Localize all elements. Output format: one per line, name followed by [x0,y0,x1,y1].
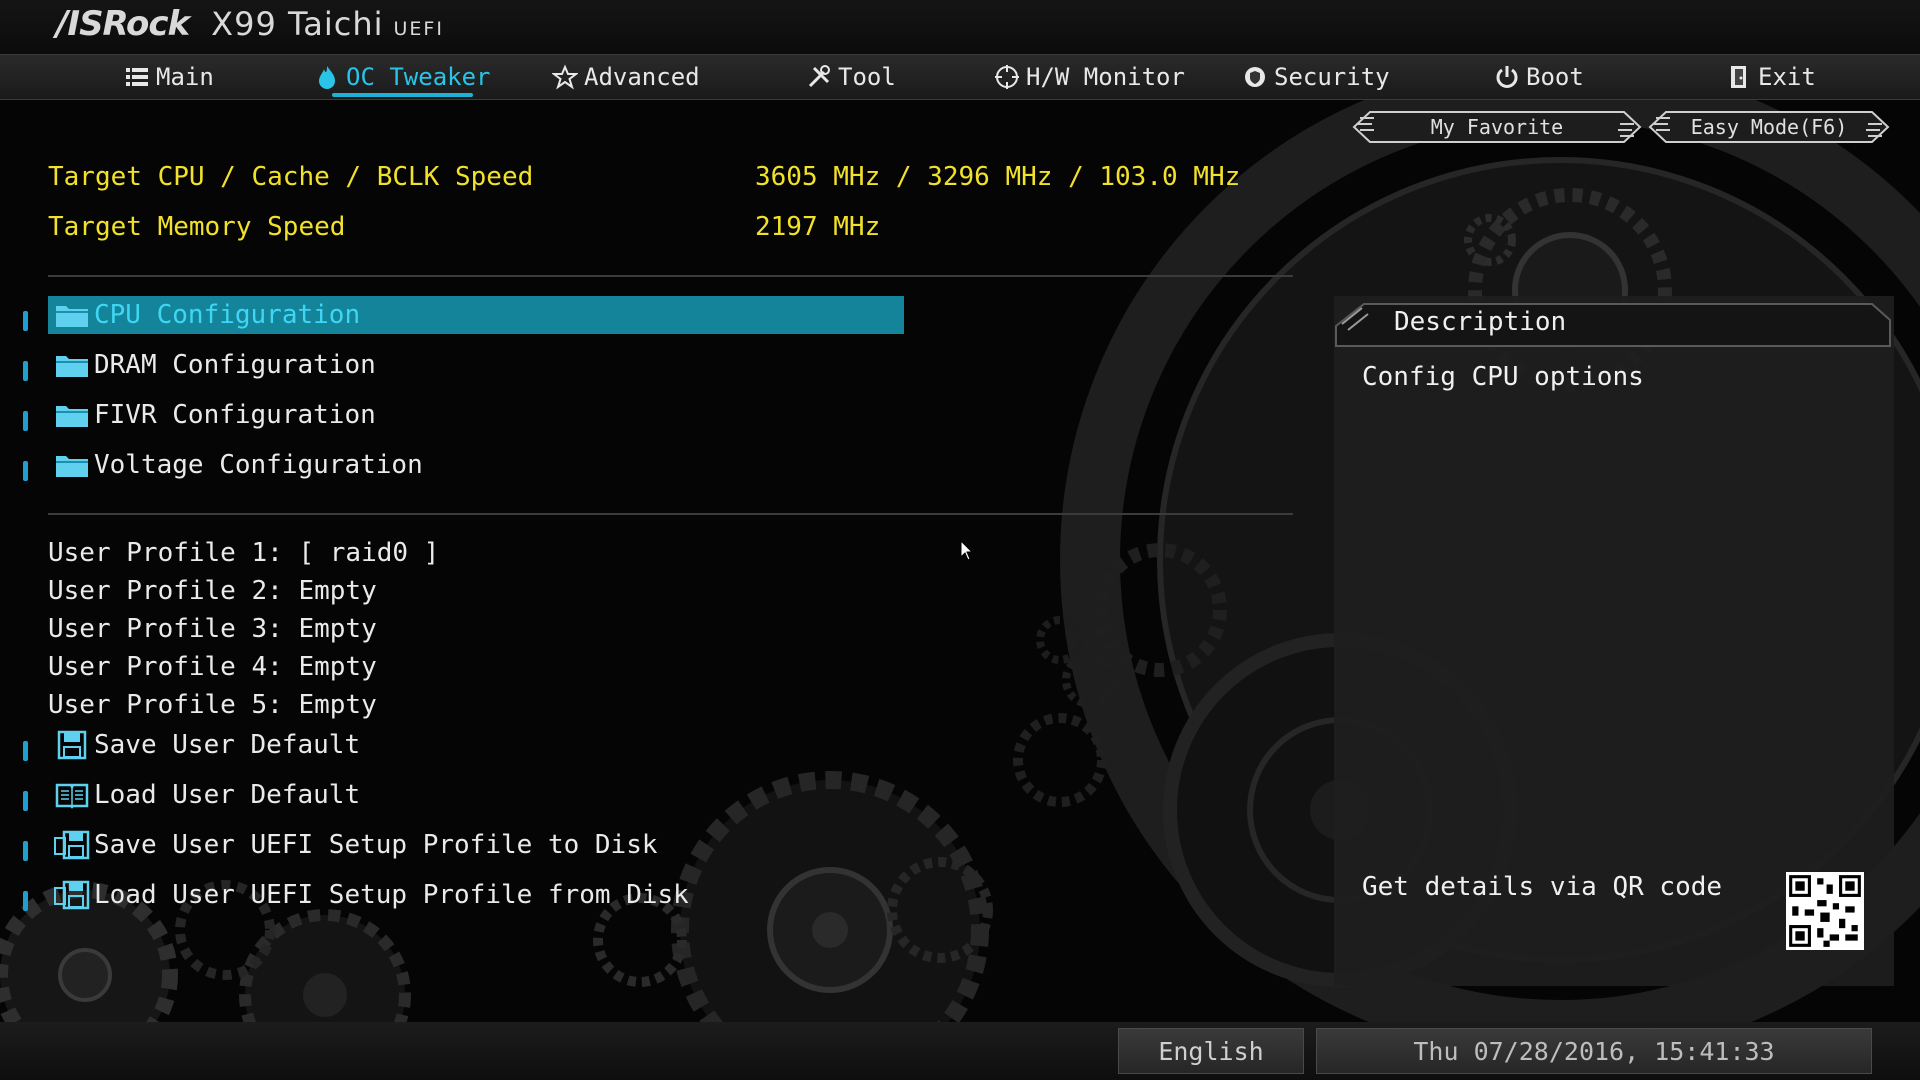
menu-item-voltage-configuration[interactable]: Voltage Configuration [48,446,904,484]
my-favorite-label: My Favorite [1430,115,1564,139]
load-user-default-button[interactable]: Load User Default [48,776,904,814]
menu-item-label: CPU Configuration [94,300,361,330]
folder-icon [56,456,88,477]
tab-advanced[interactable]: Advanced [552,55,700,99]
item-marker [23,361,28,381]
item-marker [23,311,28,331]
target-memory-label: Target Memory Speed [48,212,346,242]
tools-icon [808,65,830,88]
action-label: Load User UEFI Setup Profile from Disk [94,880,689,910]
tab-exit-label: Exit [1758,63,1816,91]
action-label: Load User Default [94,780,361,810]
tab-main-label: Main [156,63,214,91]
exit-door-icon [1731,66,1746,88]
shield-icon [1245,67,1265,87]
system-datetime[interactable]: Thu 07/28/2016, 15:41:33 [1316,1028,1872,1074]
item-marker [23,791,28,811]
item-marker [23,841,28,861]
target-memory-value: 2197 MHz [755,212,881,242]
tab-oc-tweaker-label: OC Tweaker [346,63,491,91]
uefi-tag: UEFI [393,18,444,40]
item-marker [23,461,28,481]
qr-code [1786,872,1864,950]
load-profile-from-disk-button[interactable]: Load User UEFI Setup Profile from Disk [48,876,904,914]
user-profile-3: User Profile 3: Empty [48,614,377,644]
crosshair-icon [995,65,1019,89]
disk-save-icon [54,830,90,860]
flame-icon [319,66,335,89]
asrock-logo: /ISRock X99 Taichi UEFI [56,4,444,50]
tab-hw-monitor-label: H/W Monitor [1026,63,1185,91]
target-cpu-label: Target CPU / Cache / BCLK Speed [48,162,534,192]
folder-icon [56,406,88,427]
board-model: X99 Taichi [211,5,384,43]
divider [48,513,1293,515]
tab-advanced-label: Advanced [584,63,700,91]
main-navigation: Main OC Tweaker Advanced Tool H/W Monito… [0,54,1920,100]
book-icon [55,783,89,809]
menu-item-cpu-configuration[interactable]: CPU Configuration [48,296,904,334]
save-profile-to-disk-button[interactable]: Save User UEFI Setup Profile to Disk [48,826,904,864]
user-profile-2: User Profile 2: Empty [48,576,377,606]
user-profile-4: User Profile 4: Empty [48,652,377,682]
tab-tool[interactable]: Tool [806,55,896,99]
brand-name: /ISRock [56,4,190,44]
action-label: Save User UEFI Setup Profile to Disk [94,830,658,860]
star-icon [552,64,578,90]
menu-item-label: Voltage Configuration [94,450,423,480]
title-bar: /ISRock X99 Taichi UEFI [0,0,1920,54]
language-selector[interactable]: English [1118,1028,1304,1074]
folder-icon [56,306,88,327]
tab-hw-monitor[interactable]: H/W Monitor [994,55,1185,99]
action-label: Save User Default [94,730,361,760]
menu-item-dram-configuration[interactable]: DRAM Configuration [48,346,904,384]
floppy-icon [57,730,87,760]
item-marker [23,741,28,761]
divider [48,275,1293,277]
tab-oc-tweaker[interactable]: OC Tweaker [314,55,491,99]
item-marker [23,891,28,911]
folder-icon [56,356,88,377]
tab-boot-label: Boot [1526,63,1584,91]
menu-item-fivr-configuration[interactable]: FIVR Configuration [48,396,904,434]
easy-mode-button[interactable]: Easy Mode(F6) [1648,110,1890,144]
menu-item-label: FIVR Configuration [94,400,376,430]
menu-item-label: DRAM Configuration [94,350,376,380]
target-cpu-value: 3605 MHz / 3296 MHz / 103.0 MHz [755,162,1241,192]
oc-tweaker-panel: Target CPU / Cache / BCLK Speed 3605 MHz… [0,100,1300,1020]
item-marker [23,411,28,431]
easy-mode-label: Easy Mode(F6) [1690,115,1848,139]
user-profile-1: User Profile 1: [ raid0 ] [48,538,440,568]
tab-boot[interactable]: Boot [1494,55,1584,99]
tab-main[interactable]: Main [124,55,214,99]
save-user-default-button[interactable]: Save User Default [48,726,904,764]
description-title: Description [1394,307,1567,337]
my-favorite-button[interactable]: My Favorite [1352,110,1642,144]
list-icon [126,68,148,86]
mouse-cursor-icon [960,540,974,561]
description-text: Config CPU options [1362,362,1644,392]
user-profile-5: User Profile 5: Empty [48,690,377,720]
qr-code-label: Get details via QR code [1362,872,1723,902]
tab-security-label: Security [1274,63,1390,91]
tab-security[interactable]: Security [1242,55,1390,99]
tab-tool-label: Tool [838,63,896,91]
tab-exit[interactable]: Exit [1726,55,1816,99]
power-icon [1496,66,1518,88]
disk-load-icon [54,880,90,910]
